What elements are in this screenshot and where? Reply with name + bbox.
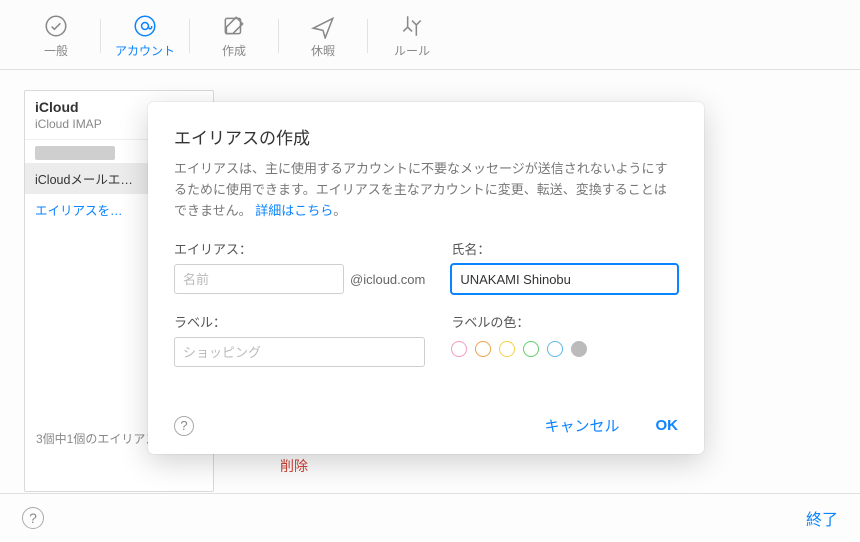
dialog-description: エイリアスは、主に使用するアカウントに不要なメッセージが送信されないようにするた… (174, 159, 678, 221)
cancel-button[interactable]: キャンセル (544, 415, 619, 436)
swatch-gray[interactable] (571, 341, 587, 357)
dialog-footer: ? キャンセル OK (174, 415, 678, 436)
separator (100, 19, 101, 53)
field-label-text: ラベル： (174, 312, 425, 367)
compose-icon (220, 12, 248, 40)
swatch-yellow[interactable] (499, 341, 515, 357)
separator (189, 19, 190, 53)
airplane-icon (309, 12, 337, 40)
tab-label: 一般 (44, 42, 68, 59)
tab-label: ルール (394, 42, 430, 59)
label-label: ラベル： (174, 312, 425, 331)
dialog-help-icon[interactable]: ? (174, 416, 194, 436)
ok-button[interactable]: OK (656, 417, 679, 434)
tab-label: 休暇 (311, 42, 335, 59)
name-label: 氏名： (451, 239, 678, 258)
redacted-text (35, 146, 115, 160)
page-footer: ? 終了 (0, 493, 860, 542)
alias-suffix: @icloud.com (350, 272, 425, 287)
swatch-blue[interactable] (547, 341, 563, 357)
tab-vacation[interactable]: 休暇 (283, 8, 363, 63)
label-input[interactable] (174, 337, 425, 367)
swatch-orange[interactable] (475, 341, 491, 357)
help-icon[interactable]: ? (22, 507, 44, 529)
dialog-description-text: エイリアスは、主に使用するアカウントに不要なメッセージが送信されないようにするた… (174, 161, 668, 218)
tab-account[interactable]: アカウント (105, 8, 185, 63)
done-button[interactable]: 終了 (806, 506, 838, 530)
tab-general[interactable]: 一般 (16, 8, 96, 63)
field-name: 氏名： (451, 239, 678, 294)
swatch-pink[interactable] (451, 341, 467, 357)
tab-rules[interactable]: ルール (372, 8, 452, 63)
create-alias-dialog: エイリアスの作成 エイリアスは、主に使用するアカウントに不要なメッセージが送信さ… (148, 102, 704, 454)
name-input[interactable] (451, 264, 678, 294)
check-circle-icon (42, 12, 70, 40)
tab-label: 作成 (222, 42, 246, 59)
tab-label: アカウント (115, 42, 175, 59)
toolbar: 一般 アカウント 作成 休暇 ルール (0, 0, 860, 70)
delete-button[interactable]: 削除 (280, 456, 308, 476)
swatch-green[interactable] (523, 341, 539, 357)
separator (278, 19, 279, 53)
color-label: ラベルの色： (451, 312, 678, 331)
rules-icon (398, 12, 426, 40)
alias-label: エイリアス： (174, 239, 425, 258)
field-label-color: ラベルの色： (451, 312, 678, 367)
learn-more-link[interactable]: 詳細はこちら (255, 203, 333, 218)
field-alias: エイリアス： @icloud.com (174, 239, 425, 294)
dialog-title: エイリアスの作成 (174, 124, 678, 149)
separator (367, 19, 368, 53)
alias-input[interactable] (174, 264, 344, 294)
dialog-form: エイリアス： @icloud.com 氏名： ラベル： ラベルの色： (174, 239, 678, 367)
at-icon (131, 12, 159, 40)
tab-compose[interactable]: 作成 (194, 8, 274, 63)
color-swatches (451, 337, 678, 357)
